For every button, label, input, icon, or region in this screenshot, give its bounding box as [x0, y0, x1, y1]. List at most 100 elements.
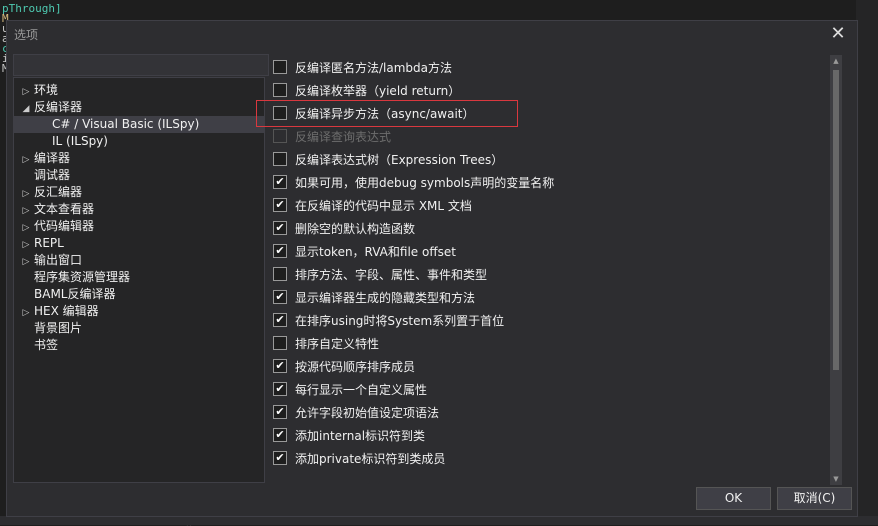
option-checkbox[interactable]: [273, 152, 287, 166]
tree-item-content: ▷ 文本查看器: [14, 202, 94, 216]
tree-item-label: REPL: [34, 236, 64, 250]
option-label: 排序自定义特性: [295, 337, 380, 351]
options-category-tree: ▷ 环境 ◢ 反编译器 C# / Visual Basic (ILSpy) IL (ILS…: [13, 77, 265, 483]
option-checkbox[interactable]: [273, 83, 287, 97]
tree-item-label: 代码编辑器: [34, 219, 95, 233]
tree-item[interactable]: ▷ 文本查看器: [14, 201, 264, 218]
ok-button[interactable]: OK: [696, 487, 771, 510]
tree-item-content: 书签: [14, 338, 58, 352]
tree-item-content: BAML反编译器: [14, 287, 115, 301]
annotation-highlight-box: [256, 100, 518, 127]
option-row[interactable]: ✔ 显示token，RVA和file offset: [273, 243, 813, 261]
cancel-button[interactable]: 取消(C): [777, 487, 852, 510]
tree-item[interactable]: 书签: [14, 337, 264, 354]
tree-item-content: 程序集资源管理器: [14, 270, 130, 284]
option-label: 添加private标识符到类成员: [295, 452, 446, 466]
option-checkbox[interactable]: ✔: [273, 382, 287, 396]
tree-item-content: ▷ 代码编辑器: [14, 219, 94, 233]
option-label: 按源代码顺序排序成员: [295, 360, 416, 374]
tree-item-label: 书签: [34, 338, 59, 352]
tree-item-content: ▷ 反汇编器: [14, 185, 82, 199]
tree-item-label: 反编译器: [34, 100, 83, 114]
option-label: 排序方法、字段、属性、事件和类型: [295, 268, 488, 282]
option-label: 删除空的默认构造函数: [295, 222, 416, 236]
option-checkbox[interactable]: ✔: [273, 451, 287, 465]
option-row[interactable]: 排序方法、字段、属性、事件和类型: [273, 266, 813, 284]
option-checkbox[interactable]: ✔: [273, 405, 287, 419]
tree-item-label: 环境: [34, 83, 59, 97]
tree-item[interactable]: ▷ REPL: [14, 235, 264, 252]
option-checkbox[interactable]: ✔: [273, 244, 287, 258]
option-label: 在反编译的代码中显示 XML 文档: [295, 199, 472, 213]
scroll-down-icon[interactable]: ▼: [830, 473, 842, 485]
option-row[interactable]: ✔ 在反编译的代码中显示 XML 文档: [273, 197, 813, 215]
option-label: 如果可用，使用debug symbols声明的变量名称: [295, 176, 555, 190]
option-row[interactable]: ✔ 添加internal标识符到类: [273, 427, 813, 445]
option-checkbox[interactable]: ✔: [273, 198, 287, 212]
option-label: 反编译查询表达式: [295, 130, 392, 144]
option-checkbox[interactable]: ✔: [273, 428, 287, 442]
option-row[interactable]: 反编译匿名方法/lambda方法: [273, 59, 813, 77]
tree-item[interactable]: ▷ HEX 编辑器: [14, 303, 264, 320]
tree-item[interactable]: BAML反编译器: [14, 286, 264, 303]
tree-item-content: ▷ REPL: [14, 236, 64, 250]
tree-item[interactable]: ▷ 环境: [14, 82, 264, 99]
option-row[interactable]: ✔ 在排序using时将System系列置于首位: [273, 312, 813, 330]
scrollbar-thumb[interactable]: [833, 70, 839, 370]
option-checkbox[interactable]: [273, 336, 287, 350]
option-row[interactable]: ✔ 每行显示一个自定义属性: [273, 381, 813, 399]
option-row[interactable]: ✔ 显示编译器生成的隐藏类型和方法: [273, 289, 813, 307]
option-row[interactable]: 排序自定义特性: [273, 335, 813, 353]
option-checkbox[interactable]: ✔: [273, 290, 287, 304]
tree-item-content: ▷ HEX 编辑器: [14, 304, 99, 318]
tree-item[interactable]: 调试器: [14, 167, 264, 184]
tree-item[interactable]: C# / Visual Basic (ILSpy): [14, 116, 264, 133]
tree-item-label: 输出窗口: [34, 253, 83, 267]
option-checkbox[interactable]: ✔: [273, 359, 287, 373]
option-row[interactable]: 反编译枚举器（yield return）: [273, 82, 813, 100]
option-row[interactable]: ✔ 允许字段初始值设定项语法: [273, 404, 813, 422]
tree-item-label: HEX 编辑器: [34, 304, 99, 318]
option-label: 反编译枚举器（yield return）: [295, 84, 461, 98]
option-row: 反编译查询表达式: [273, 128, 813, 146]
option-row[interactable]: ✔ 如果可用，使用debug symbols声明的变量名称: [273, 174, 813, 192]
option-checkbox[interactable]: ✔: [273, 175, 287, 189]
tree-item[interactable]: 背景图片: [14, 320, 264, 337]
tree-item[interactable]: ▷ 输出窗口: [14, 252, 264, 269]
option-row[interactable]: ✔ 添加private标识符到类成员: [273, 450, 813, 468]
option-label: 添加internal标识符到类: [295, 429, 426, 443]
background-status-bar: [0, 516, 878, 525]
option-row[interactable]: 反编译表达式树（Expression Trees）: [273, 151, 813, 169]
dialog-title-bar[interactable]: 选项 ✕: [7, 21, 857, 47]
scroll-up-icon[interactable]: ▲: [830, 55, 842, 67]
option-checkbox[interactable]: [273, 267, 287, 281]
option-checkbox: [273, 129, 287, 143]
options-search-input[interactable]: [13, 54, 269, 76]
tree-item-label: 反汇编器: [34, 185, 83, 199]
option-label: 在排序using时将System系列置于首位: [295, 314, 505, 328]
tree-item-label: 背景图片: [34, 321, 83, 335]
tree-item-content: 背景图片: [14, 321, 82, 335]
option-label: 显示编译器生成的隐藏类型和方法: [295, 291, 476, 305]
tree-item[interactable]: ▷ 编译器: [14, 150, 264, 167]
option-label: 反编译表达式树（Expression Trees）: [295, 153, 504, 167]
options-scrollbar[interactable]: ▲ ▼: [830, 55, 842, 485]
tree-item-label: 程序集资源管理器: [34, 270, 131, 284]
tree-item-content: ▷ 编译器: [14, 151, 70, 165]
option-checkbox[interactable]: ✔: [273, 313, 287, 327]
tree-item[interactable]: ▷ 反汇编器: [14, 184, 264, 201]
option-label: 每行显示一个自定义属性: [295, 383, 428, 397]
option-checkbox[interactable]: ✔: [273, 221, 287, 235]
tree-item-label: C# / Visual Basic (ILSpy): [52, 117, 200, 131]
tree-item-content: ▷ 输出窗口: [14, 253, 82, 267]
tree-item[interactable]: ◢ 反编译器: [14, 99, 264, 116]
tree-item[interactable]: ▷ 代码编辑器: [14, 218, 264, 235]
tree-item[interactable]: IL (ILSpy): [14, 133, 264, 150]
tree-item-content: ▷ 环境: [14, 83, 58, 97]
option-row[interactable]: ✔ 按源代码顺序排序成员: [273, 358, 813, 376]
background-code-line: pThrough]: [2, 2, 62, 15]
close-button[interactable]: ✕: [827, 23, 849, 45]
option-row[interactable]: ✔ 删除空的默认构造函数: [273, 220, 813, 238]
tree-item[interactable]: 程序集资源管理器: [14, 269, 264, 286]
option-checkbox[interactable]: [273, 60, 287, 74]
